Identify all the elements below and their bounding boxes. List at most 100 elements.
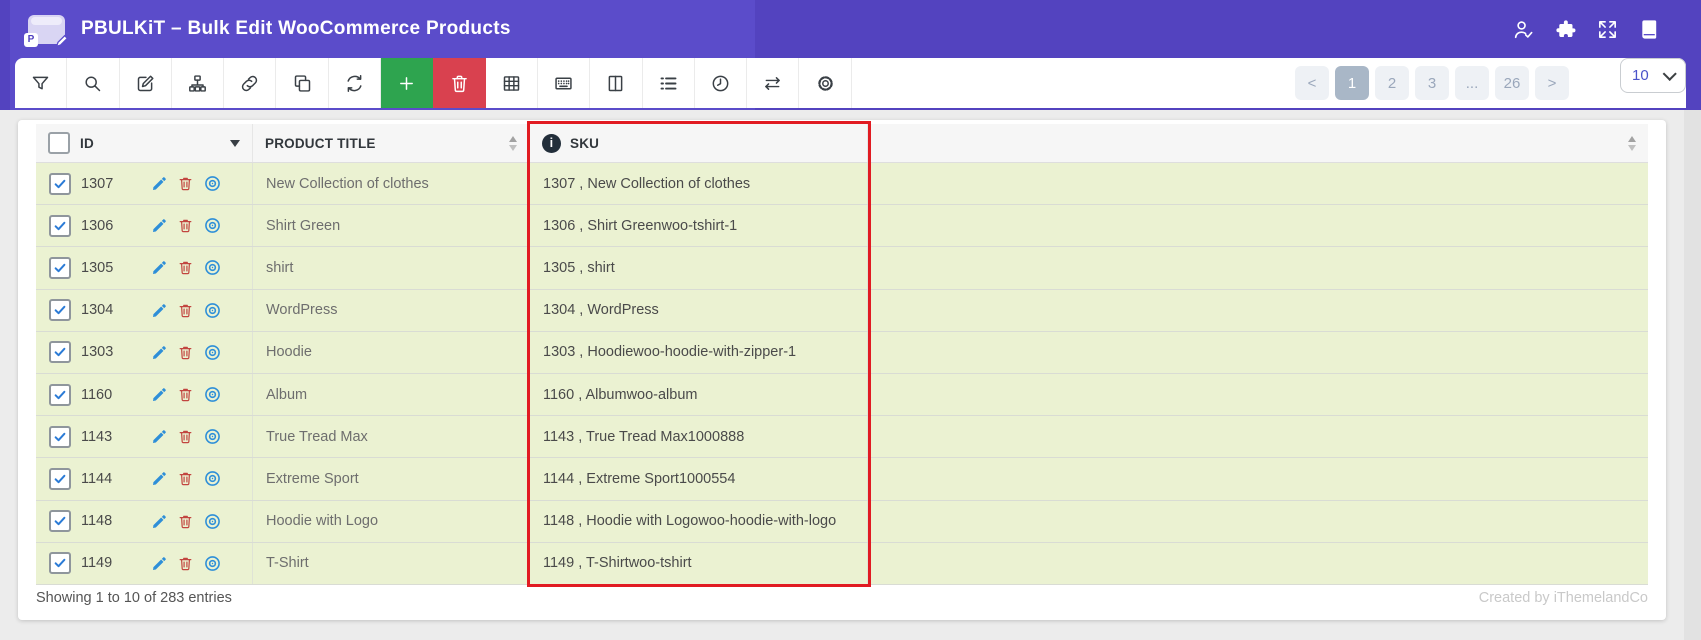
column-manager-button[interactable] xyxy=(486,58,538,108)
list-view-button[interactable] xyxy=(643,58,695,108)
row-checkbox[interactable] xyxy=(49,341,71,364)
row-id: 1143 xyxy=(81,428,113,445)
delete-products-button[interactable] xyxy=(433,58,486,108)
row-sku: 1160 , Albumwoo-album xyxy=(530,373,868,416)
view-icon[interactable] xyxy=(203,427,222,446)
puzzle-icon[interactable] xyxy=(1554,18,1577,41)
bind-edit-button[interactable] xyxy=(224,58,277,108)
row-id: 1144 xyxy=(81,470,113,487)
row-actions xyxy=(151,174,222,193)
bulk-edit-button[interactable] xyxy=(120,58,172,108)
view-icon[interactable] xyxy=(203,469,222,488)
pbulkit-app: P PBULKiT – Bulk Edit WooCommerce Produc… xyxy=(0,0,1701,640)
pencil-icon[interactable] xyxy=(151,513,168,530)
trash-icon[interactable] xyxy=(177,344,194,361)
settings-button[interactable] xyxy=(799,58,852,108)
column-header-product-title[interactable]: PRODUCT TITLE xyxy=(253,124,530,162)
credit-text: Created by iThemelandCo xyxy=(1478,590,1648,606)
trash-icon[interactable] xyxy=(177,555,194,572)
pencil-icon[interactable] xyxy=(151,555,168,572)
duplicate-button[interactable] xyxy=(276,58,329,108)
extra-cell xyxy=(868,290,1648,331)
row-title: True Tread Max xyxy=(253,416,530,458)
pencil-icon[interactable] xyxy=(151,386,168,403)
search-button[interactable] xyxy=(67,58,120,108)
trash-icon[interactable] xyxy=(177,217,194,234)
pencil-icon[interactable] xyxy=(151,175,168,192)
row-title: Shirt Green xyxy=(253,205,530,247)
page-3-button[interactable]: 3 xyxy=(1415,66,1449,100)
table-row: 1304 WordPress 1304 , WordPress xyxy=(36,289,1648,332)
select-all-checkbox[interactable] xyxy=(48,132,70,154)
copy-icon xyxy=(292,73,313,94)
id-cell: 1306 xyxy=(36,205,253,247)
trash-icon[interactable] xyxy=(177,386,194,403)
view-icon[interactable] xyxy=(203,174,222,193)
column-header-sku[interactable]: i SKU xyxy=(530,124,868,162)
split-view-button[interactable] xyxy=(590,58,643,108)
fullscreen-icon[interactable] xyxy=(1596,18,1619,41)
pencil-icon[interactable] xyxy=(151,344,168,361)
trash-icon[interactable] xyxy=(177,302,194,319)
meta-fields-button[interactable] xyxy=(538,58,591,108)
page-26-button[interactable]: 26 xyxy=(1495,66,1529,100)
keyboard-icon xyxy=(553,73,574,94)
pencil-icon[interactable] xyxy=(151,217,168,234)
view-icon[interactable] xyxy=(203,512,222,531)
row-checkbox[interactable] xyxy=(49,172,71,195)
info-icon[interactable]: i xyxy=(542,133,561,153)
page-2-button[interactable]: 2 xyxy=(1375,66,1409,100)
view-icon[interactable] xyxy=(203,301,222,320)
view-icon[interactable] xyxy=(203,343,222,362)
row-actions xyxy=(151,216,222,235)
trash-icon[interactable] xyxy=(177,470,194,487)
book-icon[interactable] xyxy=(1638,18,1661,41)
swap-button[interactable] xyxy=(747,58,800,108)
row-id: 1306 xyxy=(81,217,114,234)
row-id: 1160 xyxy=(81,386,113,403)
sort-icon[interactable] xyxy=(509,135,517,151)
scrollbar-track[interactable] xyxy=(1684,110,1701,640)
page-prev-button[interactable]: < xyxy=(1295,66,1329,100)
row-title: New Collection of clothes xyxy=(253,163,530,205)
column-header-id[interactable]: ID xyxy=(36,124,253,162)
pencil-icon[interactable] xyxy=(151,302,168,319)
row-checkbox[interactable] xyxy=(49,383,71,406)
page-1-button[interactable]: 1 xyxy=(1335,66,1369,100)
row-sku: 1304 , WordPress xyxy=(530,289,868,331)
row-actions xyxy=(151,427,222,446)
history-button[interactable] xyxy=(695,58,748,108)
row-checkbox[interactable] xyxy=(49,299,71,322)
pencil-icon[interactable] xyxy=(151,259,168,276)
trash-icon[interactable] xyxy=(177,259,194,276)
pencil-icon[interactable] xyxy=(151,470,168,487)
row-checkbox[interactable] xyxy=(49,425,71,448)
column-header-extra[interactable] xyxy=(868,124,1648,162)
refresh-button[interactable] xyxy=(329,58,382,108)
row-checkbox[interactable] xyxy=(49,552,71,575)
view-icon[interactable] xyxy=(203,216,222,235)
extra-cell xyxy=(868,543,1648,584)
user-check-icon[interactable] xyxy=(1512,18,1535,41)
add-product-button[interactable] xyxy=(381,58,434,108)
trash-icon[interactable] xyxy=(177,428,194,445)
table-row: 1160 Album 1160 , Albumwoo-album xyxy=(36,373,1648,417)
row-checkbox[interactable] xyxy=(49,214,71,237)
filter-button[interactable] xyxy=(15,58,68,108)
trash-icon[interactable] xyxy=(177,513,194,530)
trash-icon[interactable] xyxy=(177,175,194,192)
sort-descending-icon[interactable] xyxy=(230,139,240,147)
view-icon[interactable] xyxy=(203,385,222,404)
page-next-button[interactable]: > xyxy=(1535,66,1569,100)
view-icon[interactable] xyxy=(203,554,222,573)
hierarchy-button[interactable] xyxy=(172,58,225,108)
search-icon xyxy=(82,73,103,94)
row-checkbox[interactable] xyxy=(49,510,71,533)
view-icon[interactable] xyxy=(203,258,222,277)
row-checkbox[interactable] xyxy=(49,467,71,490)
page-size-select[interactable]: 10 xyxy=(1620,58,1686,93)
product-title-column-label: PRODUCT TITLE xyxy=(265,135,376,151)
pencil-icon[interactable] xyxy=(151,428,168,445)
row-checkbox[interactable] xyxy=(49,256,71,279)
sort-icon[interactable] xyxy=(1628,135,1636,151)
